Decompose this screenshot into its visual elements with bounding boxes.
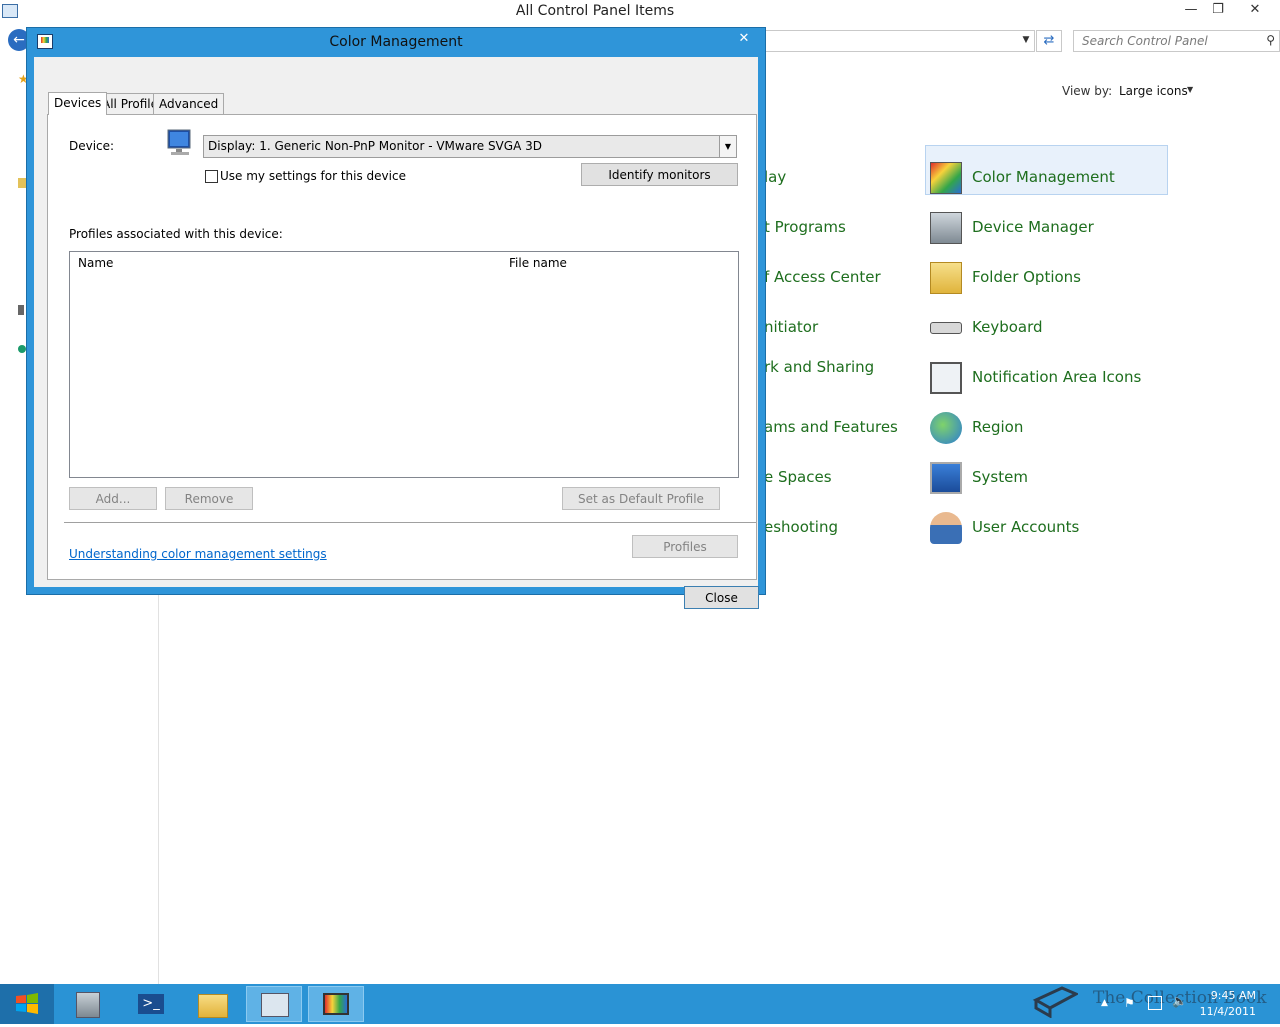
- remove-button[interactable]: Remove: [165, 487, 253, 510]
- taskbar-powershell[interactable]: >_: [122, 986, 178, 1022]
- dialog-client-area: Devices All Profiles Advanced Device: Di…: [34, 57, 759, 609]
- minimize-button[interactable]: —: [1176, 0, 1206, 22]
- cp-item-label: t Programs: [764, 218, 846, 236]
- cp-item-label: f Access Center: [764, 268, 881, 286]
- identify-monitors-button[interactable]: Identify monitors: [581, 163, 738, 186]
- cp-item-label: System: [972, 468, 1028, 486]
- device-select[interactable]: Display: 1. Generic Non-PnP Monitor - VM…: [203, 135, 737, 158]
- network-icon: [18, 345, 26, 353]
- tray-date[interactable]: 11/4/2011: [1194, 1005, 1256, 1018]
- refresh-icon[interactable]: ⇄: [1036, 30, 1062, 52]
- close-button[interactable]: Close: [684, 586, 759, 609]
- cp-item-label: eshooting: [764, 518, 838, 536]
- close-icon[interactable]: ✕: [733, 30, 755, 48]
- profiles-list-header: Name File name: [70, 252, 738, 272]
- cp-item-label: Color Management: [972, 168, 1115, 186]
- taskbar: >_ The Collection Book ▲ ⚑ 🔈 9:45 AM 11/…: [0, 984, 1280, 1024]
- address-dropdown-icon[interactable]: ▼: [1018, 30, 1034, 50]
- separator: [64, 522, 756, 523]
- volume-muted-icon[interactable]: 🔈: [1172, 994, 1187, 1008]
- taskbar-control-panel[interactable]: [246, 986, 302, 1022]
- keyboard-icon: [930, 322, 962, 334]
- server-manager-icon: [76, 992, 100, 1018]
- understanding-color-management-link[interactable]: Understanding color management settings: [69, 547, 327, 561]
- library-icon: [18, 178, 26, 188]
- system-icon: [930, 462, 962, 494]
- use-my-settings-label[interactable]: Use my settings for this device: [220, 169, 406, 183]
- notification-area-icon: [930, 362, 962, 394]
- tab-advanced[interactable]: Advanced: [153, 93, 225, 114]
- monitor-icon: [323, 993, 349, 1015]
- flag-icon[interactable]: ⚑: [1124, 996, 1135, 1010]
- device-label: Device:: [69, 139, 115, 153]
- cp-item-label: Folder Options: [972, 268, 1081, 286]
- profiles-button[interactable]: Profiles: [632, 535, 738, 558]
- search-box[interactable]: Search Control Panel ⚲: [1073, 30, 1280, 52]
- use-my-settings-checkbox[interactable]: [205, 170, 218, 183]
- cp-item-label: ams and Features: [764, 418, 898, 436]
- address-field[interactable]: [764, 30, 1035, 52]
- tray-overflow-icon[interactable]: ▲: [1101, 998, 1108, 1008]
- cp-item-label: e Spaces: [764, 468, 832, 486]
- powershell-icon: >_: [138, 994, 164, 1014]
- device-manager-icon: [930, 212, 962, 244]
- taskbar-color-management[interactable]: [308, 986, 364, 1022]
- windows-logo-icon: [16, 993, 38, 1014]
- set-default-profile-button[interactable]: Set as Default Profile: [562, 487, 720, 510]
- folder-icon: [198, 994, 228, 1018]
- start-button[interactable]: [0, 984, 54, 1024]
- globe-clock-icon: [930, 412, 962, 444]
- folder-options-icon: [930, 262, 962, 294]
- cp-item-label: Keyboard: [972, 318, 1043, 336]
- cp-item-label: Device Manager: [972, 218, 1094, 236]
- chevron-down-icon[interactable]: ▼: [1187, 85, 1193, 94]
- add-button[interactable]: Add...: [69, 487, 157, 510]
- color-management-icon: [930, 162, 962, 194]
- column-header-file-name[interactable]: File name: [509, 256, 567, 270]
- device-select-value: Display: 1. Generic Non-PnP Monitor - VM…: [208, 139, 542, 153]
- control-panel-title: All Control Panel Items: [515, 3, 675, 19]
- cp-item-label: Region: [972, 418, 1024, 436]
- cp-item-label: nitiator: [764, 318, 819, 336]
- cp-item-label: Notification Area Icons: [972, 368, 1142, 386]
- color-management-dialog: Color Management ✕ Devices All Profiles …: [26, 27, 766, 609]
- taskbar-file-explorer[interactable]: [184, 986, 240, 1022]
- network-icon[interactable]: [1148, 996, 1162, 1010]
- column-header-name[interactable]: Name: [78, 256, 113, 270]
- restore-button[interactable]: ❐: [1203, 0, 1233, 22]
- tab-devices[interactable]: Devices: [48, 92, 108, 115]
- book-logo-icon: [1032, 978, 1080, 1019]
- profiles-label: Profiles associated with this device:: [69, 227, 283, 241]
- view-by-label: View by:: [1062, 84, 1113, 98]
- search-icon[interactable]: ⚲: [1266, 33, 1275, 47]
- user-accounts-icon: [930, 512, 962, 544]
- computer-icon: [18, 305, 24, 315]
- cp-item-label: rk and Sharing: [764, 358, 875, 376]
- monitor-icon: [165, 128, 195, 158]
- cp-item-label: User Accounts: [972, 518, 1080, 536]
- chevron-down-icon[interactable]: ▼: [719, 136, 736, 157]
- view-by-dropdown[interactable]: Large icons: [1119, 84, 1188, 98]
- search-placeholder: Search Control Panel: [1082, 34, 1208, 48]
- taskbar-server-manager[interactable]: [60, 986, 116, 1022]
- cp-item-label: lay: [764, 168, 787, 186]
- close-window-button[interactable]: ✕: [1240, 0, 1270, 22]
- tray-time[interactable]: 9:45 AM: [1204, 989, 1256, 1002]
- dialog-title: Color Management: [329, 34, 463, 50]
- control-panel-icon: [261, 993, 289, 1017]
- profiles-list[interactable]: Name File name: [69, 251, 739, 478]
